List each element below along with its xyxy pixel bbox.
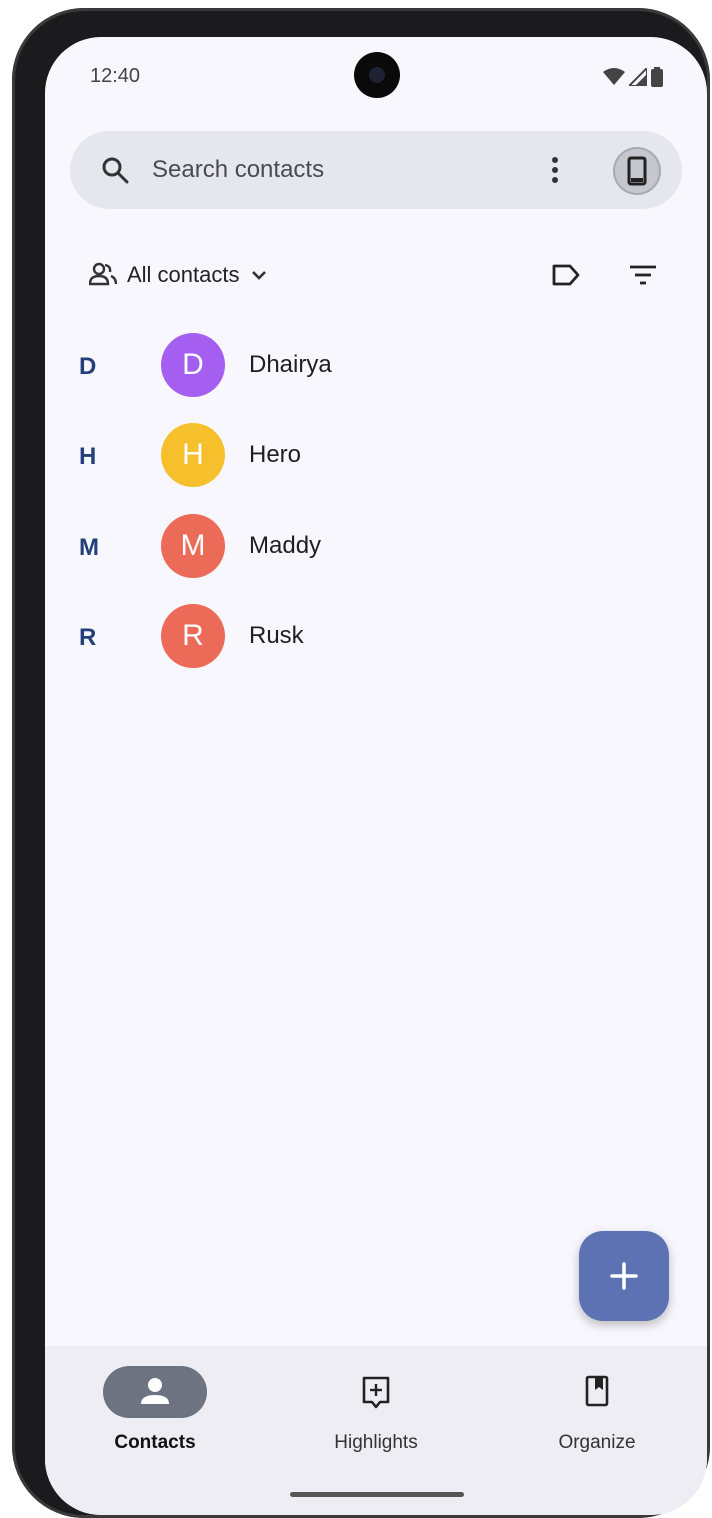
nav-label: Organize	[558, 1432, 636, 1453]
screen: 12:40 Search contacts All contacts D D D…	[45, 37, 707, 1515]
home-indicator[interactable]	[290, 1492, 464, 1497]
contact-name: Rusk	[249, 622, 304, 649]
avatar: H	[161, 423, 225, 487]
bookmark-icon	[585, 1375, 609, 1407]
contact-name: Hero	[249, 441, 302, 468]
contact-row[interactable]: H H Hero	[45, 423, 707, 513]
section-letter: R	[79, 624, 97, 651]
nav-indicator	[103, 1366, 207, 1418]
nav-item-organize[interactable]: Organize	[507, 1366, 687, 1466]
highlights-icon	[362, 1376, 390, 1409]
nav-item-contacts[interactable]: Contacts	[65, 1366, 245, 1466]
section-letter: H	[79, 443, 97, 470]
nav-indicator	[324, 1366, 428, 1418]
section-letter: D	[79, 353, 97, 380]
contact-row[interactable]: D D Dhairya	[45, 333, 707, 423]
avatar: M	[161, 514, 225, 578]
contact-name: Dhairya	[249, 351, 332, 378]
label-icon[interactable]	[550, 259, 582, 291]
contact-row[interactable]: R R Rusk	[45, 604, 707, 694]
nav-label: Highlights	[334, 1432, 418, 1453]
nav-label: Contacts	[114, 1432, 196, 1453]
device-frame: 12:40 Search contacts All contacts D D D…	[12, 8, 710, 1518]
section-letter: M	[79, 534, 99, 561]
phone-device-icon	[627, 156, 647, 186]
contact-row[interactable]: M M Maddy	[45, 514, 707, 604]
wifi-icon	[603, 68, 625, 85]
chevron-down-icon	[251, 271, 266, 280]
filter-list-icon[interactable]	[627, 259, 659, 291]
status-time: 12:40	[90, 65, 141, 87]
nav-item-highlights[interactable]: Highlights	[286, 1366, 466, 1466]
signal-icon	[629, 68, 647, 86]
bottom-navigation: Contacts Highlights Organize	[45, 1346, 707, 1515]
status-icons	[603, 67, 663, 87]
nav-indicator	[545, 1366, 649, 1418]
search-bar[interactable]	[70, 131, 682, 209]
avatar: R	[161, 604, 225, 668]
search-input[interactable]	[152, 153, 532, 187]
person-icon	[141, 1378, 169, 1404]
contacts-filter-dropdown[interactable]: All contacts	[89, 259, 268, 291]
people-icon	[89, 262, 117, 286]
more-vert-icon[interactable]	[542, 153, 568, 187]
filter-label: All contacts	[127, 262, 240, 287]
battery-icon	[651, 67, 663, 87]
avatar: D	[161, 333, 225, 397]
plus-icon	[610, 1262, 638, 1290]
search-icon[interactable]	[100, 155, 130, 185]
camera-cutout	[354, 52, 400, 98]
contact-name: Maddy	[249, 532, 322, 559]
account-button[interactable]	[613, 147, 661, 195]
add-contact-button[interactable]	[579, 1231, 669, 1321]
